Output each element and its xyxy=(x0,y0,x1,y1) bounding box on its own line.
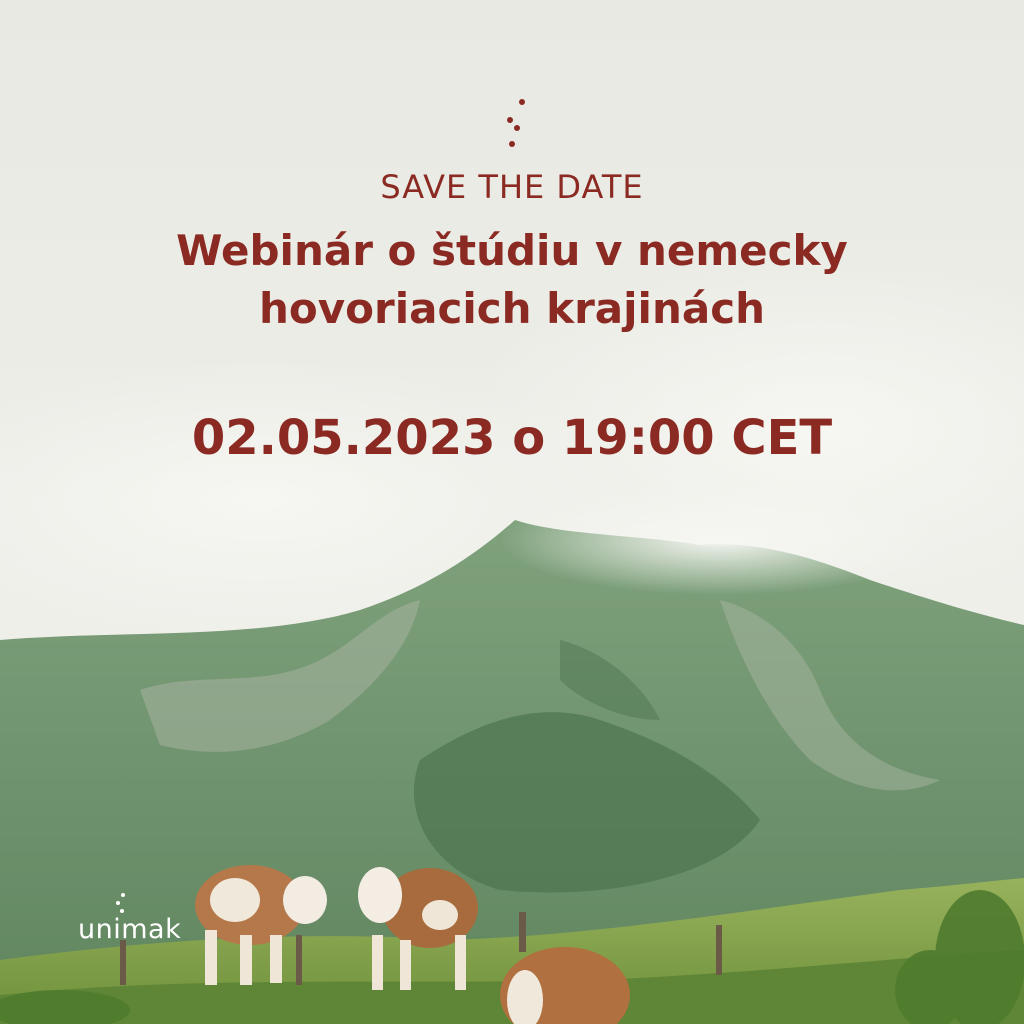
event-title: Webinár o štúdiu v nemecky hovoriacich k… xyxy=(0,222,1024,338)
save-the-date-label: SAVE THE DATE xyxy=(380,168,644,206)
logo-dots-icon xyxy=(116,893,125,913)
event-date: 02.05.2023 o 19:00 CET xyxy=(191,410,833,466)
logo-text: unimak xyxy=(78,914,182,945)
background-landscape xyxy=(0,0,1024,1024)
event-title-line-1: Webinár o štúdiu v nemecky xyxy=(176,226,848,275)
event-title-line-2: hovoriacich krajinách xyxy=(259,284,765,333)
three-dots-icon xyxy=(507,99,525,147)
summit-cloud xyxy=(500,485,940,595)
unimak-logo: unimak xyxy=(78,892,208,948)
